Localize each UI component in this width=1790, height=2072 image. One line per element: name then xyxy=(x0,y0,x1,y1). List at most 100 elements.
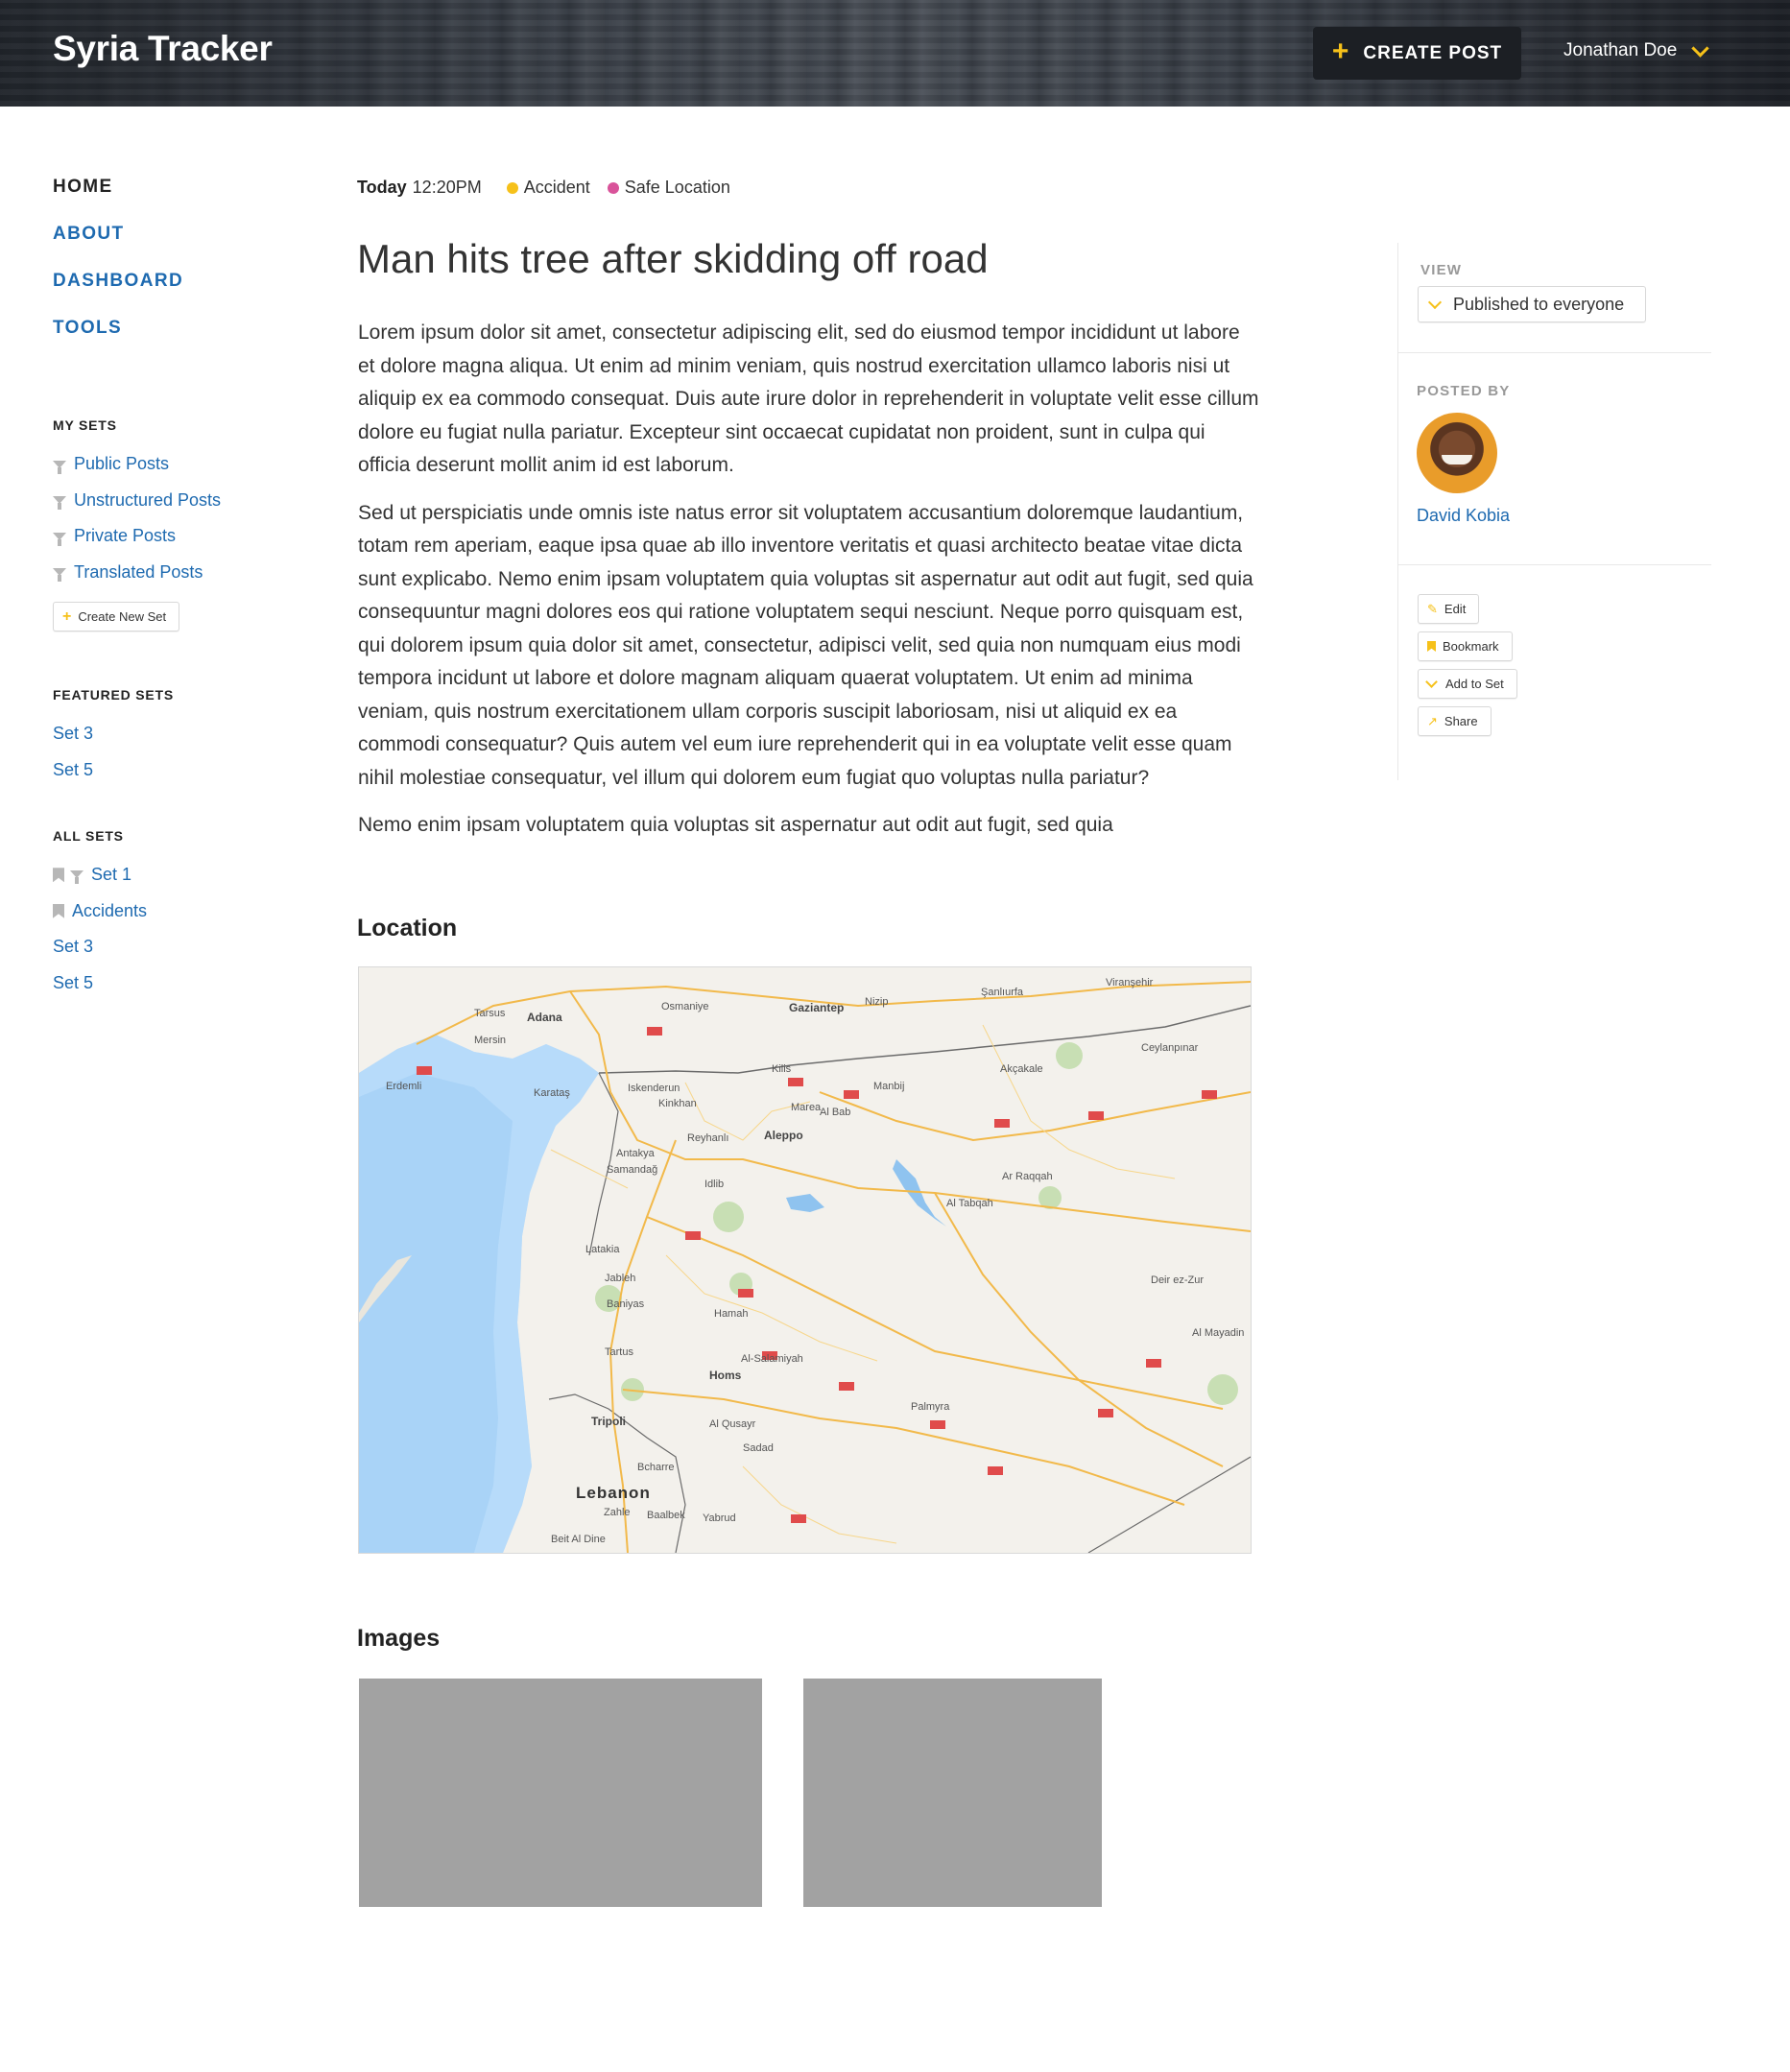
featured-set-item[interactable]: Set 5 xyxy=(53,752,174,789)
all-set-item-accidents[interactable]: Accidents xyxy=(53,893,147,930)
bookmark-label: Bookmark xyxy=(1443,639,1499,654)
featured-set-item[interactable]: Set 3 xyxy=(53,716,174,752)
visibility-value: Published to everyone xyxy=(1453,294,1625,314)
map-label: Marea xyxy=(791,1102,822,1113)
post-paragraph: Lorem ipsum dolor sit amet, consectetur … xyxy=(358,322,1259,476)
nav-dashboard[interactable]: DASHBOARD xyxy=(53,271,183,318)
tag-accident[interactable]: Accident xyxy=(506,178,590,198)
filter-icon xyxy=(53,568,66,583)
image-thumbnail[interactable] xyxy=(359,1679,762,1907)
map-label: Baalbek xyxy=(647,1510,685,1521)
map-graphic xyxy=(359,981,1251,1553)
map-label: Şanlıurfa xyxy=(981,987,1024,998)
set-item-label: Accidents xyxy=(72,900,148,920)
plus-icon: + xyxy=(62,607,72,625)
filter-icon xyxy=(70,870,84,885)
all-set-item[interactable]: Set 5 xyxy=(53,965,147,1002)
map-label: Iskenderun xyxy=(628,1083,680,1094)
image-thumbnail[interactable] xyxy=(803,1679,1102,1907)
tag-label: Accident xyxy=(523,178,590,197)
add-to-set-button[interactable]: Add to Set xyxy=(1418,669,1517,699)
map-label: Kinkhan xyxy=(658,1098,697,1109)
map-label: Ceylanpınar xyxy=(1141,1042,1199,1054)
create-new-set-button[interactable]: + Create New Set xyxy=(53,602,180,631)
set-item-label: Unstructured Posts xyxy=(74,489,222,510)
share-icon: ↗ xyxy=(1427,713,1438,728)
map-label: Kilis xyxy=(772,1063,792,1075)
author-link[interactable]: David Kobia xyxy=(1417,506,1712,526)
map-label: Zahle xyxy=(604,1507,631,1518)
map-label: Palmyra xyxy=(911,1401,950,1413)
edit-button[interactable]: ✎ Edit xyxy=(1418,594,1480,624)
set-item-translated-posts[interactable]: Translated Posts xyxy=(53,555,221,591)
map-label: Viranşehir xyxy=(1106,977,1154,988)
map-label: Akçakale xyxy=(1000,1063,1043,1075)
create-post-label: CREATE POST xyxy=(1363,42,1503,63)
bookmark-icon xyxy=(53,903,64,918)
bookmark-button[interactable]: Bookmark xyxy=(1418,631,1513,661)
post-body: Lorem ipsum dolor sit amet, consectetur … xyxy=(358,317,1260,857)
map-label: Al Tabqah xyxy=(946,1198,993,1209)
map-label: Homs xyxy=(709,1369,742,1382)
filter-icon xyxy=(53,496,66,511)
share-label: Share xyxy=(1444,714,1478,728)
brand-logo[interactable]: Syria Tracker xyxy=(53,29,273,69)
edit-label: Edit xyxy=(1444,602,1467,616)
create-post-button[interactable]: + CREATE POST xyxy=(1313,27,1521,80)
view-section: VIEW Published to everyone xyxy=(1418,262,1712,322)
map-label: Aleppo xyxy=(764,1129,803,1142)
set-item-label: Public Posts xyxy=(74,454,170,474)
share-button[interactable]: ↗ Share xyxy=(1418,706,1492,736)
set-item-label: Translated Posts xyxy=(74,561,203,582)
post-sidebar: VIEW Published to everyone POSTED BY Dav… xyxy=(1397,243,1712,780)
all-set-item[interactable]: Set 3 xyxy=(53,929,147,965)
location-map[interactable]: Adana Gaziantep Şanlıurfa Osmaniye Alepp… xyxy=(358,966,1252,1554)
images-heading: Images xyxy=(357,1625,441,1652)
map-label: Baniyas xyxy=(607,1298,645,1310)
bookmark-icon xyxy=(1427,641,1436,652)
avatar[interactable] xyxy=(1417,413,1497,493)
nav-home[interactable]: HOME xyxy=(53,177,183,224)
user-menu[interactable]: Jonathan Doe xyxy=(1563,39,1710,61)
post-time: 12:20PM xyxy=(412,178,482,197)
map-label: Sadad xyxy=(743,1442,774,1454)
my-sets-heading: MY SETS xyxy=(53,417,117,433)
pencil-icon: ✎ xyxy=(1427,601,1438,616)
set-item-public-posts[interactable]: Public Posts xyxy=(53,446,221,483)
set-item-unstructured-posts[interactable]: Unstructured Posts xyxy=(53,483,221,519)
nav-tools[interactable]: TOOLS xyxy=(53,318,183,365)
create-new-set-label: Create New Set xyxy=(78,609,167,624)
post-meta: Today 12:20PM Accident Safe Location xyxy=(357,178,730,198)
user-name: Jonathan Doe xyxy=(1563,40,1678,60)
post-paragraph: Sed ut perspiciatis unde omnis iste natu… xyxy=(358,501,1253,789)
all-sets-heading: ALL SETS xyxy=(53,828,124,844)
chevron-down-icon xyxy=(1691,39,1710,58)
post-actions: ✎ Edit Bookmark Add to Set ↗ Share xyxy=(1418,594,1712,744)
nav-about[interactable]: ABOUT xyxy=(53,224,183,271)
map-label: Adana xyxy=(527,1011,562,1024)
map-label: Tartus xyxy=(605,1346,633,1358)
post-paragraph: Nemo enim ipsam voluptatem quia voluptas… xyxy=(358,814,1113,836)
post-title: Man hits tree after skidding off road xyxy=(357,236,989,281)
visibility-select[interactable]: Published to everyone xyxy=(1418,286,1647,322)
tag-safe-location[interactable]: Safe Location xyxy=(607,178,730,198)
set-item-private-posts[interactable]: Private Posts xyxy=(53,518,221,555)
my-sets-section: MY SETS Public Posts Unstructured Posts … xyxy=(53,417,221,631)
filter-icon xyxy=(53,460,66,474)
set-item-label: Set 1 xyxy=(91,865,132,885)
map-label: Antakya xyxy=(616,1148,655,1159)
map-label: Osmaniye xyxy=(661,1001,709,1012)
posted-by-section: POSTED BY David Kobia xyxy=(1417,383,1712,526)
featured-sets-heading: FEATURED SETS xyxy=(53,687,175,703)
map-label: Yabrud xyxy=(703,1512,736,1524)
set-item-label: Private Posts xyxy=(74,526,177,546)
main-nav: HOME ABOUT DASHBOARD TOOLS xyxy=(53,177,183,365)
all-sets-section: ALL SETS Set 1 Accidents Set 3 Set 5 xyxy=(53,828,147,1001)
all-set-item-set-1[interactable]: Set 1 xyxy=(53,857,147,893)
map-label: Latakia xyxy=(585,1244,620,1255)
map-label: Manbij xyxy=(873,1081,905,1092)
add-to-set-label: Add to Set xyxy=(1445,677,1504,691)
map-label: Nizip xyxy=(865,996,889,1008)
map-label: Tripoli xyxy=(591,1415,626,1428)
map-label: Al Mayadin xyxy=(1192,1327,1245,1339)
